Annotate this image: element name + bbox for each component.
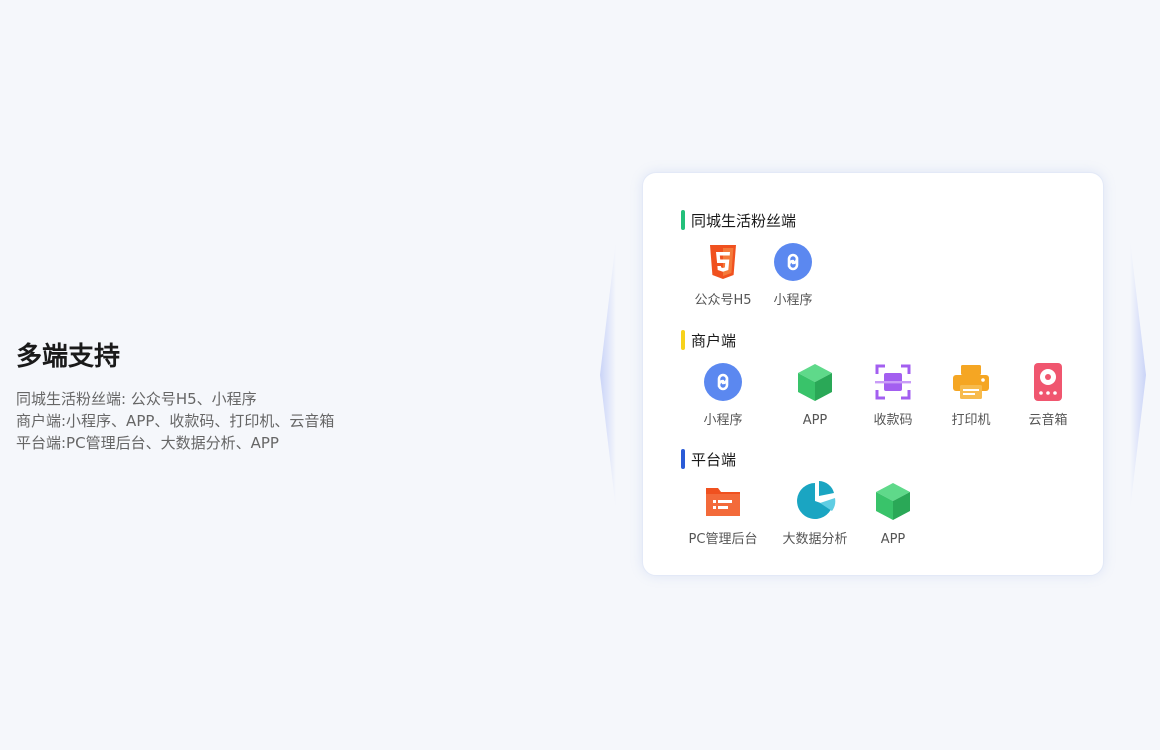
item-label: 收款码 (873, 413, 913, 428)
scan-code-icon (872, 361, 914, 403)
item-label: 打印机 (951, 413, 991, 428)
item-app[interactable]: APP (776, 361, 854, 429)
item-pc-admin[interactable]: PC管理后台 (684, 480, 762, 548)
section-platform: 平台端 PC管理后台 大数据分析 APP (681, 448, 910, 550)
mini-program-icon (702, 361, 744, 403)
item-label: 小程序 (773, 293, 813, 308)
printer-icon (950, 361, 992, 403)
item-label: 大数据分析 (782, 532, 848, 547)
intro-line-merchant: 商户端:小程序、APP、收款码、打印机、云音箱 (16, 412, 335, 430)
item-printer[interactable]: 打印机 (932, 361, 1010, 429)
item-big-data[interactable]: 大数据分析 (776, 480, 854, 548)
intro-line-platform: 平台端:PC管理后台、大数据分析、APP (16, 434, 279, 452)
card-glow-right (1130, 240, 1146, 510)
intro-panel: 多端支持 同城生活粉丝端: 公众号H5、小程序 商户端:小程序、APP、收款码、… (16, 338, 536, 454)
item-mini-program[interactable]: 小程序 (684, 361, 762, 429)
item-mini-program[interactable]: 小程序 (754, 241, 832, 309)
section-accent-bar (681, 210, 685, 230)
item-app[interactable]: APP (854, 480, 932, 548)
item-label: APP (880, 532, 906, 547)
mini-program-icon (772, 241, 814, 283)
item-label: 公众号H5 (694, 293, 752, 308)
folder-icon (702, 480, 744, 522)
item-cloud-speaker[interactable]: 云音箱 (1009, 361, 1087, 429)
section-title: 平台端 (691, 450, 737, 469)
section-title: 商户端 (691, 331, 737, 350)
item-label: 小程序 (703, 413, 743, 428)
speaker-icon (1027, 361, 1069, 403)
item-label: APP (802, 413, 828, 428)
cube-icon (872, 480, 914, 522)
item-label: 云音箱 (1028, 413, 1068, 428)
pie-chart-icon (794, 480, 836, 522)
item-payment-code[interactable]: 收款码 (854, 361, 932, 429)
cube-icon (794, 361, 836, 403)
section-fan: 同城生活粉丝端 公众号H5 小程序 (681, 209, 813, 311)
section-title: 同城生活粉丝端 (691, 211, 797, 230)
card-glow-left (600, 240, 616, 510)
section-accent-bar (681, 330, 685, 350)
section-merchant: 商户端 小程序 APP 收款码 打印机 云音箱 (681, 329, 1068, 431)
item-label: PC管理后台 (688, 532, 758, 547)
page-title: 多端支持 (16, 342, 121, 372)
html5-icon (702, 241, 744, 283)
item-official-account-h5[interactable]: 公众号H5 (684, 241, 762, 309)
section-accent-bar (681, 449, 685, 469)
intro-line-fan: 同城生活粉丝端: 公众号H5、小程序 (16, 390, 257, 408)
platform-card: 同城生活粉丝端 公众号H5 小程序 商户端 小程序 APP 收款码 打印机 云音… (642, 172, 1104, 576)
